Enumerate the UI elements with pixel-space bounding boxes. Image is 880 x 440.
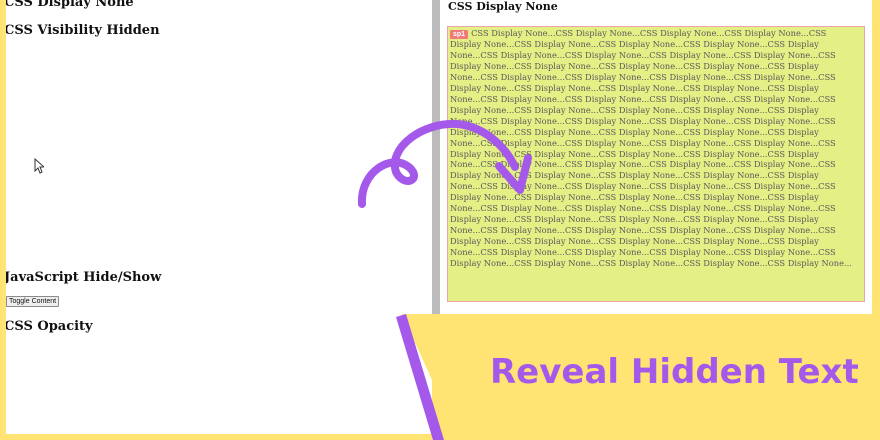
- heading-display-none: CSS Display None: [6, 0, 134, 10]
- heading-css-opacity: CSS Opacity: [6, 319, 93, 334]
- repeated-display-none-text: CSS Display None...CSS Display None...CS…: [450, 28, 852, 269]
- panel-divider-scrollbar[interactable]: [432, 0, 440, 316]
- right-panel-title: CSS Display None: [448, 0, 558, 13]
- left-browser-panel: CSS Display None CSS Visibility Hidden J…: [6, 0, 432, 434]
- banner-text: Reveal Hidden Text: [490, 352, 859, 392]
- right-browser-panel: CSS Display None sp1 CSS Display None...C…: [440, 0, 872, 316]
- toggle-content-button[interactable]: Toggle Content: [6, 296, 60, 307]
- heading-visibility-hidden: CSS Visibility Hidden: [6, 23, 160, 38]
- element-badge: sp1: [450, 30, 469, 39]
- mouse-pointer-icon: [34, 157, 46, 178]
- heading-javascript-hide-show: JavaScript Hide/Show: [6, 270, 162, 285]
- display-none-content-box: sp1 CSS Display None...CSS Display None..…: [447, 26, 865, 302]
